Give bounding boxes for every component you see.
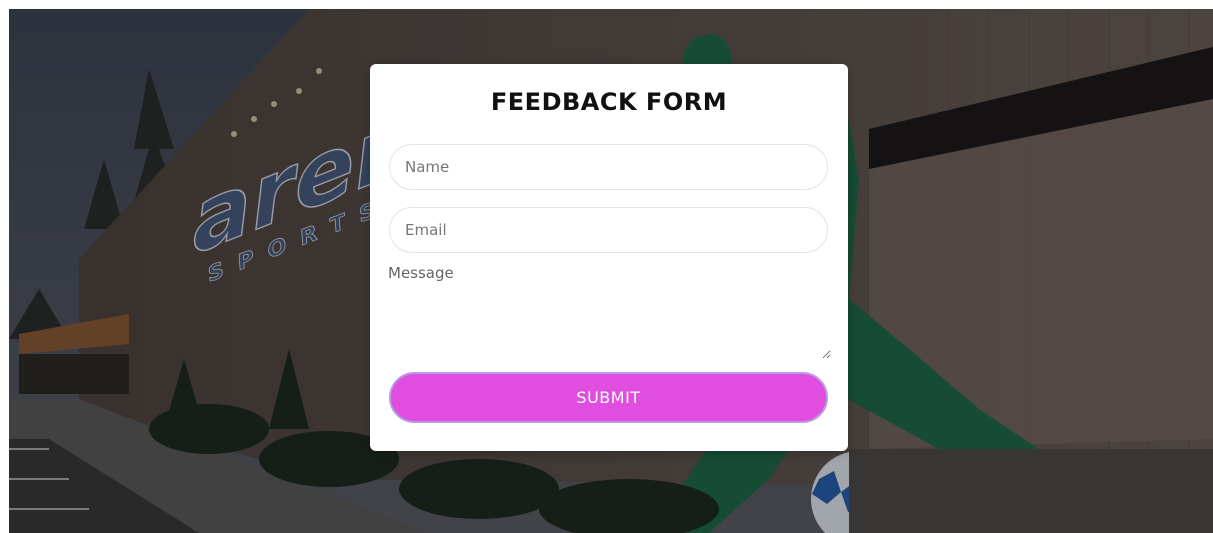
submit-button[interactable]: SUBMIT xyxy=(389,372,828,423)
name-input[interactable] xyxy=(389,144,828,190)
form-title: FEEDBACK FORM xyxy=(490,88,728,116)
email-input[interactable] xyxy=(389,207,828,253)
page-background: arena SPORTS FEEDBACK FORM Name Email Me… xyxy=(9,9,1213,533)
message-textarea[interactable] xyxy=(386,262,831,359)
feedback-form-card: FEEDBACK FORM SUBMIT xyxy=(370,64,848,451)
